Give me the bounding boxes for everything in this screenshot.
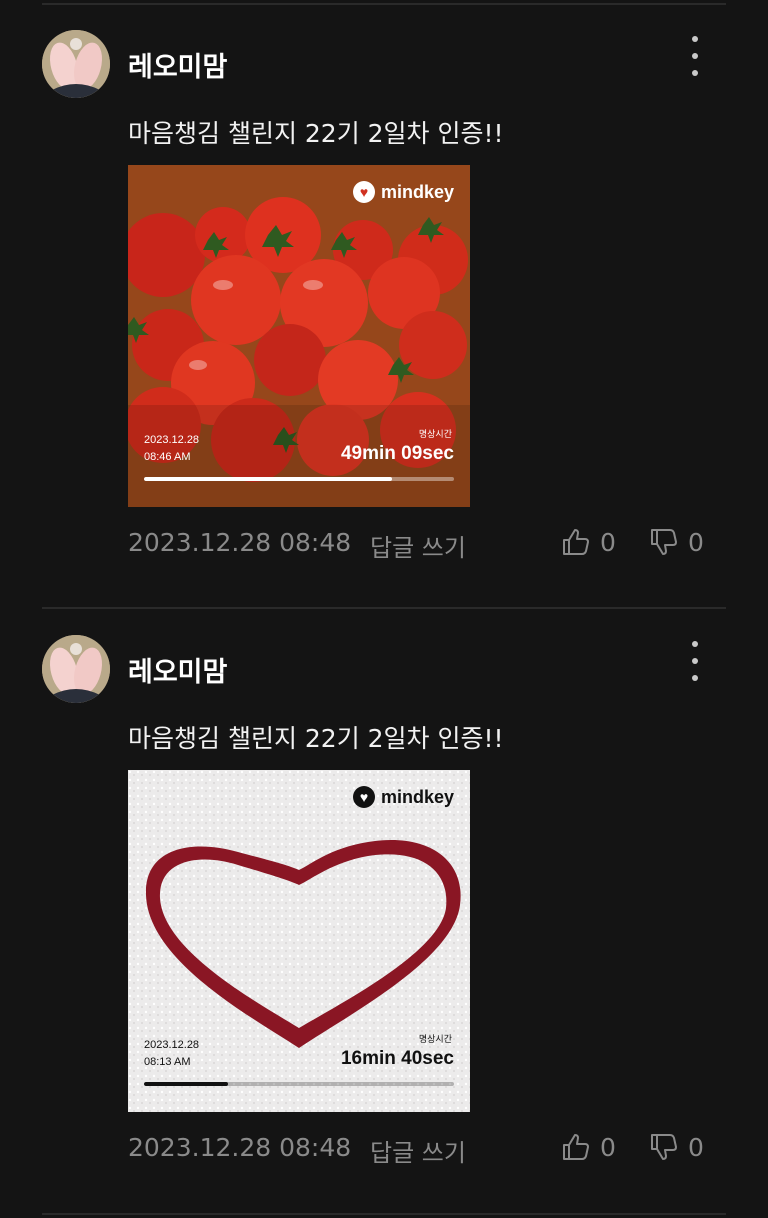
- avatar[interactable]: [42, 30, 110, 98]
- avatar[interactable]: [42, 635, 110, 703]
- more-vertical-icon: [692, 53, 698, 59]
- progress-fill: [144, 1082, 228, 1086]
- author-name[interactable]: 레오미맘: [128, 650, 227, 689]
- photo-date: 2023.12.28: [144, 1039, 200, 1051]
- brand-watermark: ♥ mindkey: [352, 786, 454, 808]
- more-options-button[interactable]: [682, 641, 708, 681]
- brand-name: mindkey: [380, 181, 454, 202]
- reply-button[interactable]: 답글 쓰기: [370, 1133, 466, 1168]
- mindkey-logo-icon: ♥: [352, 786, 375, 808]
- more-vertical-icon: [692, 658, 698, 664]
- photo-datetime: 2023.12.28 08:13 AM: [144, 1037, 199, 1071]
- comment-text: 마음챙김 챌린지 22기 2일차 인증!!: [128, 724, 504, 753]
- progress-bar: [144, 477, 454, 481]
- attached-photo[interactable]: ♥ mindkey 2023.12.28 08:13 AM 명상시간 16min…: [128, 770, 470, 1112]
- meditation-duration: 49min 09sec: [340, 443, 454, 464]
- comment-timestamp: 2023.12.28 08:48: [128, 528, 352, 557]
- photo-time: 08:13 AM: [144, 1056, 191, 1068]
- meditation-time-label: 명상시간: [418, 1035, 452, 1045]
- thumbs-up-icon: [563, 1134, 589, 1160]
- photo-time: 08:46 AM: [144, 451, 191, 463]
- brand-name: mindkey: [380, 786, 454, 807]
- comment-text: 마음챙김 챌린지 22기 2일차 인증!!: [128, 119, 504, 148]
- dislike-button[interactable]: 0: [648, 526, 704, 558]
- photo-date: 2023.12.28: [144, 434, 200, 446]
- mindkey-logo-icon: ♥: [352, 181, 375, 203]
- like-count: 0: [600, 527, 616, 557]
- meditation-duration: 16min 40sec: [340, 1048, 454, 1069]
- thumbs-down-icon: [651, 1134, 677, 1160]
- like-button[interactable]: 0: [560, 1131, 616, 1163]
- more-vertical-icon: [692, 675, 698, 681]
- comment-post: 레오미맘 마음챙김 챌린지 22기 2일차 인증!! ♥ mindkey 202…: [0, 0, 768, 590]
- reply-button[interactable]: 답글 쓰기: [370, 528, 466, 563]
- more-vertical-icon: [692, 36, 698, 42]
- more-options-button[interactable]: [682, 36, 708, 76]
- meditation-time-label: 명상시간: [418, 430, 452, 440]
- more-vertical-icon: [692, 70, 698, 76]
- attached-photo[interactable]: ♥ mindkey 2023.12.28 08:46 AM 명상시간 49min…: [128, 165, 470, 507]
- divider-bottom: [42, 1213, 726, 1215]
- like-count: 0: [600, 1132, 616, 1162]
- comment-post: 레오미맘 마음챙김 챌린지 22기 2일차 인증!! ♥ mindkey 202…: [0, 605, 768, 1195]
- photo-datetime: 2023.12.28 08:46 AM: [144, 432, 199, 466]
- progress-fill: [144, 477, 392, 481]
- author-name[interactable]: 레오미맘: [128, 45, 227, 84]
- thumbs-up-icon: [563, 529, 589, 555]
- comment-timestamp: 2023.12.28 08:48: [128, 1133, 352, 1162]
- dislike-count: 0: [688, 527, 704, 557]
- brand-watermark: ♥ mindkey: [352, 181, 454, 203]
- progress-bar: [144, 1082, 454, 1086]
- like-button[interactable]: 0: [560, 526, 616, 558]
- dislike-count: 0: [688, 1132, 704, 1162]
- more-vertical-icon: [692, 641, 698, 647]
- dislike-button[interactable]: 0: [648, 1131, 704, 1163]
- thumbs-down-icon: [651, 529, 677, 555]
